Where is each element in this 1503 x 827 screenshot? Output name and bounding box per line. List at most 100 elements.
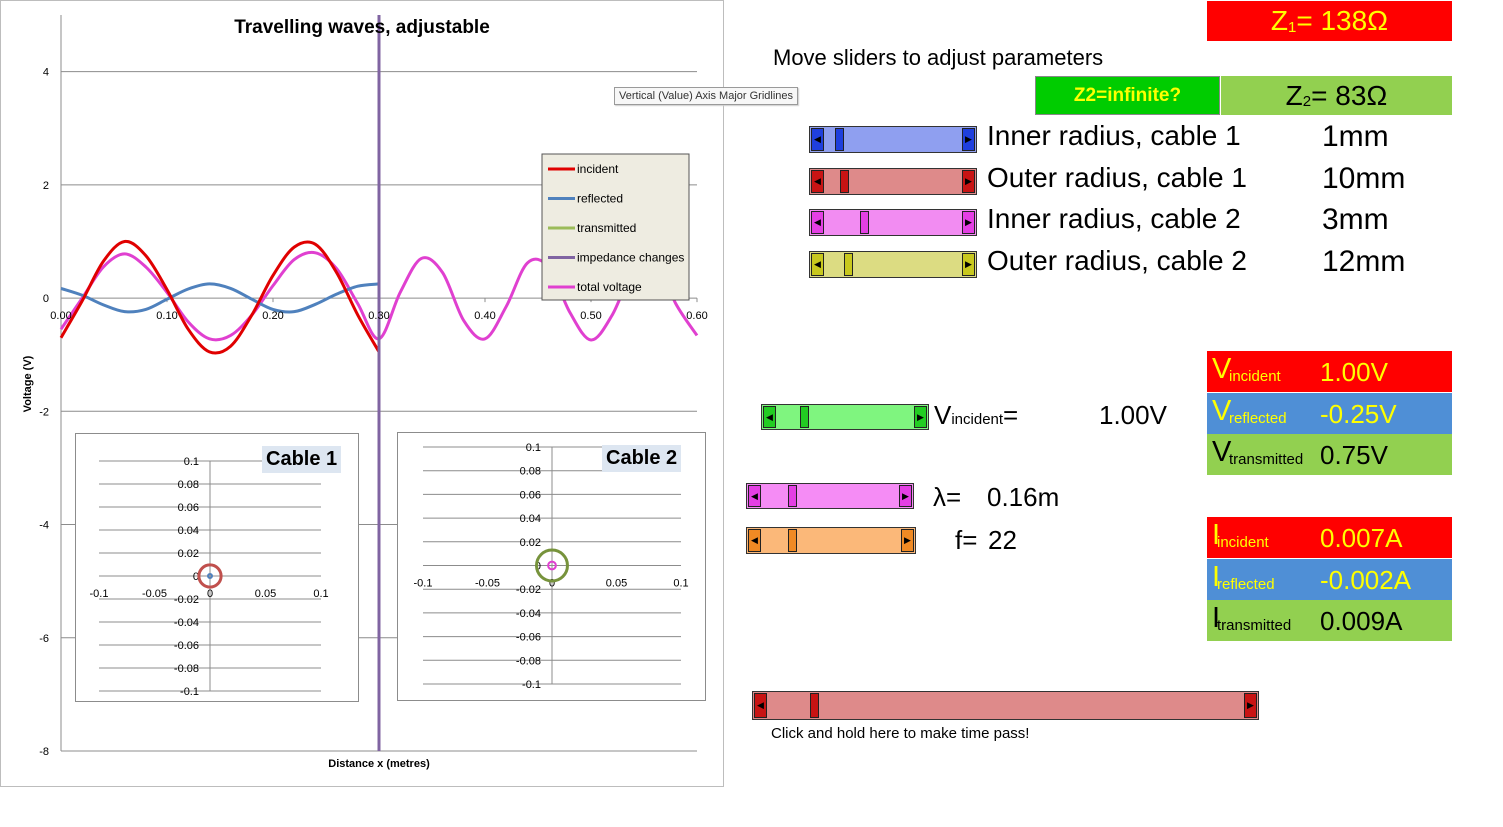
slider-thumb[interactable] bbox=[787, 485, 797, 507]
y-axis-label: Voltage (V) bbox=[22, 355, 34, 412]
slider-left-arrow-icon[interactable]: ◀ bbox=[763, 406, 776, 428]
slider-left-arrow-icon[interactable]: ◀ bbox=[748, 485, 761, 507]
z2-subscript: 2 bbox=[1302, 93, 1312, 110]
value: 1.00V bbox=[1320, 357, 1388, 387]
y-tick-label: -8 bbox=[39, 746, 49, 758]
wavelength-slider[interactable]: ◀ ▶ bbox=[746, 483, 914, 509]
frequency-slider[interactable]: ◀ ▶ bbox=[746, 527, 916, 554]
z1-display: Z 1 = 138Ω bbox=[1207, 1, 1452, 41]
slider-left-arrow-icon[interactable]: ◀ bbox=[748, 529, 761, 552]
value: 0.75V bbox=[1320, 440, 1388, 470]
legend-label: incident bbox=[577, 162, 619, 176]
chart-legend: incident reflected transmitted impedance ch… bbox=[541, 153, 690, 301]
slider-right-arrow-icon[interactable]: ▶ bbox=[914, 406, 927, 428]
x-tick-label: 0.10 bbox=[156, 310, 177, 322]
inset-y-tick-label: 0.06 bbox=[178, 502, 199, 514]
param-slider-3[interactable]: ◀ ▶ bbox=[809, 209, 977, 236]
param-slider-value: 1mm bbox=[1322, 120, 1389, 153]
param-slider-4[interactable]: ◀ ▶ bbox=[809, 250, 977, 278]
wavelength-value: 0.16m bbox=[987, 482, 1060, 512]
x-tick-label: 0.40 bbox=[474, 310, 495, 322]
inset-y-tick-label: 0.04 bbox=[178, 525, 199, 537]
slider-right-arrow-icon[interactable]: ▶ bbox=[901, 529, 914, 552]
slider-left-arrow-icon[interactable]: ◀ bbox=[811, 128, 824, 151]
slider-thumb[interactable] bbox=[800, 406, 810, 428]
slider-left-arrow-icon[interactable]: ◀ bbox=[811, 211, 824, 234]
wavelength-label: λ= bbox=[933, 482, 962, 512]
v-incident-slider[interactable]: ◀ ▶ bbox=[761, 404, 929, 430]
slider-thumb[interactable] bbox=[788, 529, 797, 552]
inset-y-tick-label: -0.06 bbox=[174, 640, 199, 652]
inset-x-tick-label: -0.1 bbox=[90, 588, 109, 600]
slider-right-arrow-icon[interactable]: ▶ bbox=[962, 169, 975, 193]
cable2-cross-section: 0.1 0.08 0.06 0.04 0.02 0 -0.02 -0.04 -0.06 -0.08… bbox=[397, 432, 706, 701]
slider-thumb[interactable] bbox=[840, 169, 850, 193]
slider-right-arrow-icon[interactable]: ▶ bbox=[1244, 693, 1257, 718]
inset-x-tick-label: 0 bbox=[549, 578, 555, 590]
slider-left-arrow-icon[interactable]: ◀ bbox=[811, 252, 824, 276]
inset-x-tick-label: 0 bbox=[207, 588, 213, 600]
instruction-text: Move sliders to adjust parameters bbox=[773, 45, 1104, 70]
slider-thumb[interactable] bbox=[859, 211, 869, 234]
inset-y-tick-label: -0.02 bbox=[174, 594, 199, 606]
y-tick-label: -4 bbox=[39, 520, 49, 532]
param-slider-value: 10mm bbox=[1322, 161, 1406, 195]
voltage-row: V reflected -0.25V bbox=[1207, 392, 1452, 434]
inset-y-tick-label: -0.02 bbox=[516, 584, 541, 596]
inset-y-tick-label: 0.1 bbox=[184, 456, 199, 468]
z2-value: = 83Ω bbox=[1311, 79, 1388, 111]
frequency-value: 22 bbox=[988, 525, 1017, 555]
time-slider[interactable]: ◀ ▶ bbox=[752, 691, 1259, 720]
param-slider-value: 3mm bbox=[1322, 203, 1389, 236]
voltage-row: V transmitted 0.75V bbox=[1207, 434, 1452, 475]
z1-subscript: 1 bbox=[1287, 18, 1297, 36]
chart-title: Travelling waves, adjustable bbox=[234, 17, 490, 38]
inset-x-tick-label: -0.05 bbox=[142, 588, 167, 600]
inset-y-tick-label: 0.08 bbox=[520, 466, 541, 478]
x-tick-label: 0.00 bbox=[50, 310, 71, 322]
param-slider-2[interactable]: ◀ ▶ bbox=[809, 167, 977, 195]
v-incident-control-value: 1.00V bbox=[1099, 400, 1167, 430]
time-slider-label: Click and hold here to make time pass! bbox=[771, 725, 1030, 742]
subscript: transmitted bbox=[1217, 617, 1292, 634]
inset-y-tick-label: 0.02 bbox=[520, 537, 541, 549]
subscript: transmitted bbox=[1229, 451, 1304, 468]
cable2-title: Cable 2 bbox=[602, 445, 682, 472]
param-slider-label: Outer radius, cable 2 bbox=[987, 244, 1247, 276]
v-incident-symbol: V bbox=[934, 400, 952, 430]
inset-x-tick-label: 0.1 bbox=[313, 588, 328, 600]
y-tick-label: 4 bbox=[43, 67, 49, 79]
slider-right-arrow-icon[interactable]: ▶ bbox=[962, 128, 975, 151]
y-tick-label: 0 bbox=[43, 293, 49, 305]
slider-left-arrow-icon[interactable]: ◀ bbox=[811, 169, 824, 193]
inset-x-tick-label: -0.05 bbox=[475, 578, 500, 590]
slider-left-arrow-icon[interactable]: ◀ bbox=[754, 693, 767, 718]
slider-thumb[interactable] bbox=[835, 128, 845, 151]
slider-thumb[interactable] bbox=[810, 693, 820, 718]
subscript: reflected bbox=[1229, 409, 1287, 427]
legend-label: transmitted bbox=[577, 221, 636, 235]
slider-right-arrow-icon[interactable]: ▶ bbox=[962, 252, 975, 276]
slider-right-arrow-icon[interactable]: ▶ bbox=[899, 485, 912, 507]
inset-x-tick-label: 0.05 bbox=[606, 578, 627, 590]
slider-right-arrow-icon[interactable]: ▶ bbox=[962, 211, 975, 234]
x-tick-label: 0.20 bbox=[262, 310, 283, 322]
z2-infinite-button[interactable]: Z2=infinite? bbox=[1035, 76, 1220, 115]
gridlines-tooltip: Vertical (Value) Axis Major Gridlines bbox=[614, 87, 799, 105]
slider-thumb[interactable] bbox=[844, 252, 854, 276]
param-slider-1[interactable]: ◀ ▶ bbox=[809, 126, 977, 153]
value: 0.009A bbox=[1320, 606, 1403, 636]
param-slider-value: 12mm bbox=[1322, 244, 1406, 278]
v-incident-subscript: incident bbox=[951, 411, 1004, 428]
z1-symbol: Z bbox=[1270, 5, 1288, 36]
cable1-cross-section: 0.1 0.08 0.06 0.04 0.02 0 -0.02 -0.04 -0.06 -0.08… bbox=[75, 433, 359, 702]
inset-y-tick-label: 0.04 bbox=[520, 513, 541, 525]
param-slider-label: Inner radius, cable 1 bbox=[987, 120, 1241, 151]
inset-x-tick-label: 0.05 bbox=[255, 588, 276, 600]
inset-y-tick-label: -0.1 bbox=[180, 686, 199, 698]
subscript: reflected bbox=[1217, 575, 1275, 593]
inset-y-tick-label: 0.08 bbox=[178, 479, 199, 491]
voltage-row: V incident 1.00V bbox=[1207, 351, 1452, 392]
inset-y-tick-label: -0.04 bbox=[174, 617, 199, 629]
inset-y-tick-label: -0.06 bbox=[516, 632, 541, 644]
